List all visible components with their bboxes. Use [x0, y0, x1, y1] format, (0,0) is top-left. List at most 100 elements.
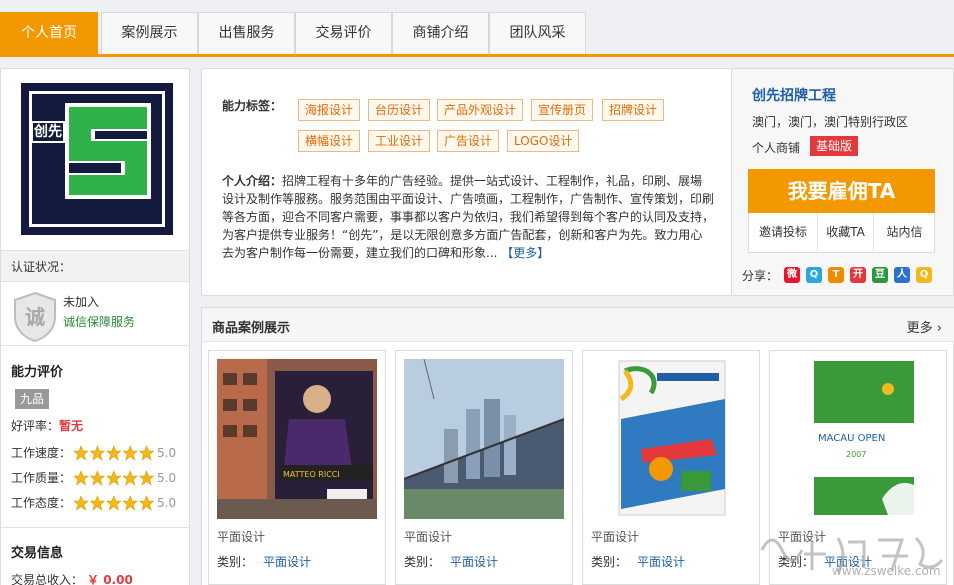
tag-banner-design[interactable]: 横幅设计: [298, 130, 361, 152]
store-level-badge: 基础版: [810, 136, 859, 156]
star-icon: [73, 470, 89, 486]
intro-more-link[interactable]: 【更多】: [501, 246, 549, 260]
tag-calendar-design[interactable]: 台历设计: [368, 99, 431, 121]
weibo-icon[interactable]: 微: [784, 267, 800, 283]
tag-signboard-design[interactable]: 招牌设计: [602, 99, 665, 121]
rating-score: 5.0: [157, 446, 177, 460]
share-label: 分享：: [742, 269, 779, 283]
rating-score: 5.0: [157, 496, 177, 510]
case-thumbnail[interactable]: [591, 359, 751, 519]
category-label: 类别：: [404, 555, 441, 569]
tag-ad-design[interactable]: 广告设计: [437, 130, 500, 152]
company-logo: 创先: [21, 83, 173, 235]
auth-title: 认证状况：: [1, 250, 189, 282]
message-button[interactable]: 站内信: [874, 213, 935, 251]
category-label: 类别：: [591, 555, 628, 569]
shield-icon: 诚: [14, 291, 56, 343]
tag-product-design[interactable]: 产品外观设计: [437, 99, 524, 121]
tag-logo-design[interactable]: LOGO设计: [507, 130, 580, 152]
star-rating-icon: [73, 495, 155, 511]
tab-underline: [0, 54, 954, 57]
category-link[interactable]: 平面设计: [450, 555, 498, 569]
qq-icon[interactable]: Q: [916, 267, 932, 283]
rating-speed: 工作速度： 5.0: [11, 444, 176, 462]
trade-income: 交易总收入： ￥ 0.00: [11, 571, 133, 585]
rating-label: 工作速度：: [11, 446, 72, 460]
star-icon: [138, 495, 155, 511]
kaixin-icon[interactable]: 开: [850, 267, 866, 283]
profile-sidebar: 创先 认证状况： 诚 未加入 诚信保障服务 能力评价 九品 好评率：暂无 工作速…: [0, 68, 190, 585]
svg-text:MACAU OPEN: MACAU OPEN: [818, 433, 885, 444]
praise-value: 暂无: [59, 419, 84, 433]
case-title[interactable]: 平面设计: [217, 528, 265, 545]
store-box: 创先招牌工程 澳门，澳门，澳门特别行政区 个人商铺 基础版 我要雇佣TA 邀请投…: [731, 68, 954, 296]
showcase-title: 商品案例展示: [212, 321, 291, 336]
company-location: 澳门，澳门，澳门特别行政区: [752, 115, 909, 129]
rating-attitude: 工作态度： 5.0: [11, 494, 176, 512]
profile-panel: 能力标签： 海报设计 台历设计 产品外观设计 宣传册页 招牌设计 横幅设计 工业…: [201, 68, 731, 296]
tab-bar: 个人首页 案例展示 出售服务 交易评价 商铺介绍 团队风采: [0, 0, 954, 57]
trade-info-title: 交易信息: [11, 546, 64, 561]
tab-services[interactable]: 出售服务: [198, 12, 295, 54]
star-icon: [106, 495, 122, 511]
svg-text:MATTEO RICCI: MATTEO RICCI: [283, 470, 340, 479]
tab-store-intro[interactable]: 商铺介绍: [392, 12, 489, 54]
case-thumbnail[interactable]: MATTEO RICCI: [217, 359, 377, 519]
tag-industrial-design[interactable]: 工业设计: [368, 130, 431, 152]
tab-home[interactable]: 个人首页: [0, 12, 98, 54]
star-icon: [89, 470, 106, 486]
tab-reviews[interactable]: 交易评价: [295, 12, 392, 54]
case-category: 类别： 平面设计: [404, 553, 498, 570]
case-card[interactable]: 平面设计 类别： 平面设计: [395, 350, 573, 585]
intro-text-block: 个人介绍：招牌工程有十多年的广告经验。提供一站式设计、工程制作，礼品，印刷、展場…: [222, 172, 714, 262]
ability-tags-label: 能力标签：: [222, 99, 283, 113]
star-icon: [106, 470, 122, 486]
shield-text: 诚: [25, 305, 45, 329]
case-thumbnail[interactable]: MACAU OPEN 2007: [778, 359, 938, 519]
case-card[interactable]: MATTEO RICCI 平面设计 类别： 平面设计: [208, 350, 386, 585]
hire-button[interactable]: 我要雇佣TA: [748, 169, 935, 213]
trust-service-link[interactable]: 诚信保障服务: [63, 313, 135, 330]
rating-score: 5.0: [157, 471, 177, 485]
divider: [1, 527, 189, 528]
rating-label: 工作质量：: [11, 471, 72, 485]
case-category: 类别： 平面设计: [591, 553, 685, 570]
star-icon: [89, 495, 106, 511]
case-title[interactable]: 平面设计: [404, 528, 452, 545]
star-icon: [106, 445, 122, 461]
star-icon: [73, 445, 89, 461]
renren-icon[interactable]: 人: [894, 267, 910, 283]
star-icon: [122, 470, 138, 486]
praise-label: 好评率：: [11, 419, 60, 433]
star-rating-icon: [73, 470, 155, 486]
ability-rating-title: 能力评价: [11, 365, 64, 380]
trade-income-label: 交易总收入：: [11, 573, 84, 585]
showcase-more-link[interactable]: 更多 ›: [907, 317, 942, 336]
praise-rate: 好评率：暂无: [11, 417, 83, 434]
case-card[interactable]: 平面设计 类别： 平面设计: [582, 350, 760, 585]
rating-label: 工作态度：: [11, 496, 72, 510]
level-badge: 九品: [15, 389, 49, 409]
tag-brochure[interactable]: 宣传册页: [531, 99, 594, 121]
intro-label: 个人介绍：: [222, 174, 283, 188]
case-title[interactable]: 平面设计: [591, 528, 639, 545]
tab-team[interactable]: 团队风采: [489, 12, 586, 54]
douban-icon[interactable]: 豆: [872, 267, 888, 283]
tab-cases[interactable]: 案例展示: [101, 12, 198, 54]
divider: [1, 345, 189, 346]
category-link[interactable]: 平面设计: [263, 555, 311, 569]
star-rating-icon: [73, 445, 155, 461]
case-category: 类别： 平面设计: [217, 553, 311, 570]
qzone-icon[interactable]: Q: [806, 267, 822, 283]
case-thumbnail[interactable]: [404, 359, 564, 519]
company-name[interactable]: 创先招牌工程: [752, 85, 836, 105]
category-link[interactable]: 平面设计: [637, 555, 685, 569]
svg-text:2007: 2007: [846, 450, 866, 459]
favorite-button[interactable]: 收藏TA: [818, 213, 873, 251]
store-type: 个人商铺: [752, 141, 801, 155]
category-label: 类别：: [217, 555, 254, 569]
watermark-text: www.zswelke.com: [832, 564, 941, 578]
invite-bid-button[interactable]: 邀请投标: [749, 213, 817, 251]
tencent-weibo-icon[interactable]: T: [828, 267, 844, 283]
tag-poster-design[interactable]: 海报设计: [298, 99, 361, 121]
